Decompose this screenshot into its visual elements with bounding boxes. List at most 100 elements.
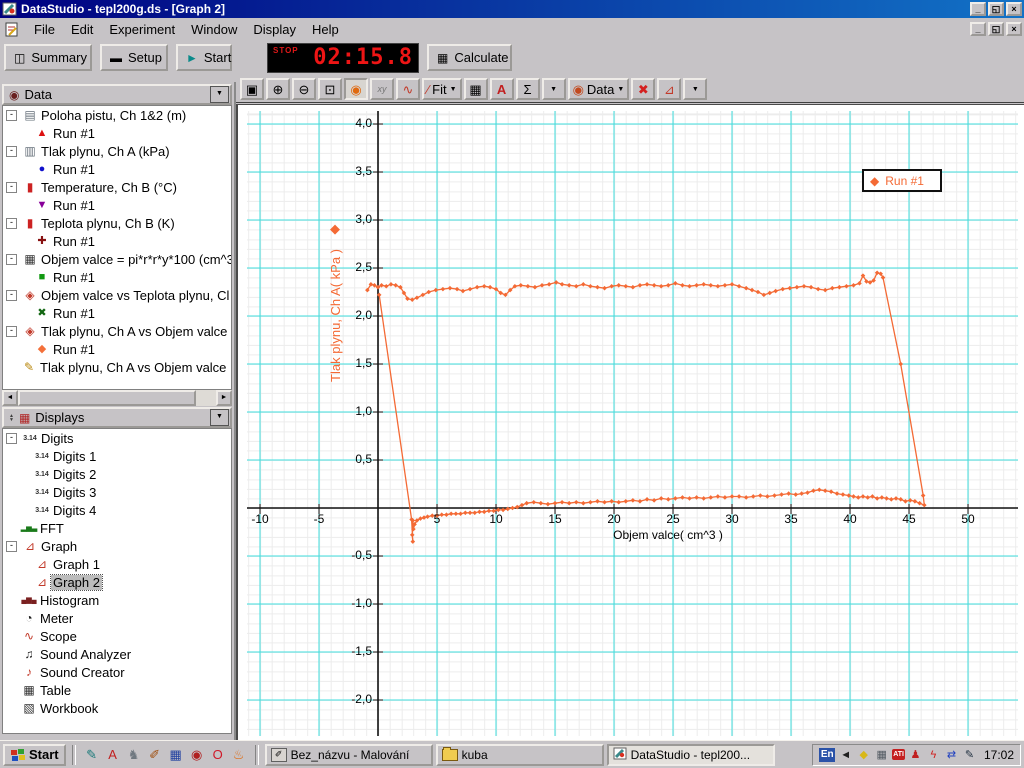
run-item-teplota-plynu-ch-b-k[interactable]: ✚ Run #1 (3, 232, 231, 250)
tree-item-digits-1[interactable]: 3.14 Digits 1 (3, 447, 231, 465)
tree-item-fft[interactable]: ▂▅▃ FFT (3, 519, 231, 537)
opera-icon[interactable]: O (208, 745, 228, 765)
acrobat-icon[interactable]: A (103, 745, 123, 765)
task-kuba[interactable]: kuba (435, 743, 604, 766)
tree-item-histogram[interactable]: ▄▆▄ Histogram (3, 591, 231, 609)
expand-collapse-icon[interactable]: - (6, 217, 17, 229)
menu-edit[interactable]: Edit (63, 20, 101, 39)
tree-item-teplota-plynu-ch-b-k[interactable]: - ▮ Teplota plynu, Ch B (K) (3, 214, 231, 232)
zoom-out-button[interactable]: ⊖ (292, 78, 316, 100)
menu-experiment[interactable]: Experiment (101, 20, 183, 39)
winamp-icon[interactable]: ♨ (229, 745, 249, 765)
graph-settings-dropdown-button[interactable]: ▼ (683, 78, 708, 100)
zoom-in-button[interactable]: ⊕ (266, 78, 290, 100)
tree-item-sound-creator[interactable]: ♪ Sound Creator (3, 663, 231, 681)
power-icon[interactable]: ϟ (926, 747, 941, 763)
data-menu-button[interactable]: ◉ Data ▼ (567, 78, 630, 100)
tree-item-poloha-pistu-ch-1-2-m[interactable]: - ▤ Poloha pistu, Ch 1&2 (m) (3, 106, 231, 124)
mdi-minimize-icon[interactable]: _ (970, 22, 986, 36)
statistics-button[interactable]: Σ (515, 78, 540, 100)
start-button[interactable]: ► Start (176, 44, 232, 71)
delete-button[interactable]: ✖ (631, 78, 656, 100)
text-annotation-button[interactable]: A (489, 78, 514, 100)
run-item-temperature-ch-b-c[interactable]: ▼ Run #1 (3, 196, 231, 214)
tree-item-workbook[interactable]: ▧ Workbook (3, 699, 231, 717)
agent-icon[interactable]: ♟ (908, 747, 923, 763)
pen-tool-icon[interactable]: ✎ (962, 747, 977, 763)
volume-icon[interactable]: ◄ (838, 747, 853, 763)
expand-collapse-icon[interactable]: - (6, 253, 17, 265)
tree-item-graph[interactable]: - ⊿ Graph (3, 537, 231, 555)
mdi-close-icon[interactable]: × (1006, 22, 1022, 36)
displays-panel-header[interactable]: ▲ ▼ ▦ Displays ▼ (2, 407, 232, 428)
smart-tool-button[interactable]: ◉ (344, 78, 368, 100)
sync-icon[interactable]: ⇄ (944, 747, 959, 763)
statistics-dropdown-button[interactable]: ▼ (541, 78, 566, 100)
run-item-tlak-plynu-ch-a-kpa[interactable]: ● Run #1 (3, 160, 231, 178)
keyboard-layout-icon[interactable]: En (819, 747, 836, 762)
ati-icon[interactable]: ATI (892, 749, 905, 760)
scroll-right-icon[interactable]: ► (216, 390, 232, 406)
expand-collapse-icon[interactable]: - (6, 325, 17, 337)
tree-item-digits-2[interactable]: 3.14 Digits 2 (3, 465, 231, 483)
tree-item-digits[interactable]: -3.14 Digits (3, 429, 231, 447)
tree-item-meter[interactable]: ◔ Meter (3, 609, 231, 627)
tree-item-tlak-plynu-ch-a-vs-objem-val[interactable]: - ◈ Tlak plynu, Ch A vs Objem valce (3, 322, 231, 340)
tree-item-digits-4[interactable]: 3.14 Digits 4 (3, 501, 231, 519)
scroll-track[interactable] (196, 390, 216, 406)
tree-item-temperature-ch-b-c[interactable]: - ▮ Temperature, Ch B (°C) (3, 178, 231, 196)
panel-splitter-icon[interactable]: ▲ ▼ (9, 413, 14, 422)
task-datastudio-tepl200[interactable]: DataStudio - tepl200... (606, 743, 775, 766)
tree-item-graph-2[interactable]: ⊿ Graph 2 (3, 573, 231, 591)
expand-collapse-icon[interactable]: - (6, 109, 17, 121)
tree-item-objem-valce-vs-teplota-plynu[interactable]: - ◈ Objem valce vs Teplota plynu, Cl (3, 286, 231, 304)
chart-legend[interactable]: ◆ Run #1 (862, 169, 942, 192)
expand-collapse-icon[interactable]: - (6, 540, 17, 552)
calculator-app-icon[interactable]: ▦ (166, 745, 186, 765)
menu-help[interactable]: Help (304, 20, 347, 39)
menu-display[interactable]: Display (245, 20, 304, 39)
run-item-tlak-plynu-ch-a-vs-objem-val[interactable]: ◆ Run #1 (3, 340, 231, 358)
messenger-icon[interactable]: ♞ (124, 745, 144, 765)
setup-button[interactable]: ▬ Setup (100, 44, 168, 71)
graph-panel[interactable]: ◆ Tlak plynu, Ch A( kPa ) Objem valce( c… (236, 104, 1024, 740)
scroll-thumb[interactable] (18, 390, 196, 406)
zoom-select-button[interactable]: ⊡ (318, 78, 342, 100)
scroll-left-icon[interactable]: ◄ (2, 390, 18, 406)
restore-icon[interactable]: ◱ (988, 2, 1004, 16)
tree-item-graph-1[interactable]: ⊿ Graph 1 (3, 555, 231, 573)
tray-diamond-icon[interactable]: ◆ (856, 747, 871, 763)
data-dropdown-icon[interactable]: ▼ (210, 86, 229, 103)
tree-item-tlak-plynu-ch-a-vs-objem-val[interactable]: ✎ Tlak plynu, Ch A vs Objem valce (3, 358, 231, 376)
menu-file[interactable]: File (26, 20, 63, 39)
displays-dropdown-icon[interactable]: ▼ (210, 409, 229, 426)
tree-item-table[interactable]: ▦ Table (3, 681, 231, 699)
task-bez-n-zvu-malov-n[interactable]: ✐ Bez_názvu - Malování (264, 743, 433, 766)
tree-item-tlak-plynu-ch-a-kpa[interactable]: - ▥ Tlak plynu, Ch A (kPa) (3, 142, 231, 160)
graph-settings-button[interactable]: ⊿ (657, 78, 682, 100)
data-point-markers[interactable] (365, 270, 927, 544)
expand-collapse-icon[interactable]: - (6, 432, 17, 444)
calculator-button[interactable]: ▦ (463, 78, 488, 100)
tree-item-sound-analyzer[interactable]: ♫ Sound Analyzer (3, 645, 231, 663)
tree-item-digits-3[interactable]: 3.14 Digits 3 (3, 483, 231, 501)
expand-collapse-icon[interactable]: - (6, 181, 17, 193)
scheduler-icon[interactable]: ▦ (874, 747, 889, 763)
run-item-objem-valce-pi-r-r-y-100-cm-[interactable]: ■ Run #1 (3, 268, 231, 286)
menu-window[interactable]: Window (183, 20, 245, 39)
paint-app-icon[interactable]: ✐ (145, 745, 165, 765)
tree-item-objem-valce-pi-r-r-y-100-cm-[interactable]: - ▦ Objem valce = pi*r*r*y*100 (cm^3 (3, 250, 231, 268)
expand-collapse-icon[interactable]: - (6, 145, 17, 157)
slope-tool-button[interactable]: ∿ (396, 78, 420, 100)
close-icon[interactable]: × (1006, 2, 1022, 16)
data-panel-header[interactable]: ◉ Data ▼ (2, 84, 232, 105)
app-red-icon[interactable]: ◉ (187, 745, 207, 765)
summary-button[interactable]: ◫ Summary (4, 44, 92, 71)
data-series-line[interactable] (366, 272, 925, 543)
run-item-objem-valce-vs-teplota-plynu[interactable]: ✖ Run #1 (3, 304, 231, 322)
scale-to-fit-button[interactable]: ▣ (240, 78, 264, 100)
document-icon[interactable] (4, 22, 20, 37)
minimize-icon[interactable]: _ (970, 2, 986, 16)
expand-collapse-icon[interactable]: - (6, 289, 17, 301)
fit-menu-button[interactable]: ∕ Fit ▼ (422, 78, 462, 100)
